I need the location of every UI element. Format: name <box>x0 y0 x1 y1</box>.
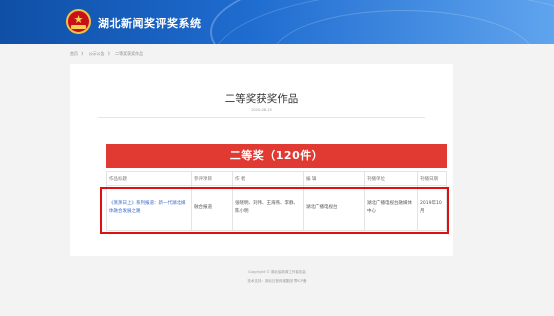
work-title-link[interactable]: 《蒸蒸日上》系列报道：新一代湖北媒体融合发展之路 <box>106 185 192 231</box>
breadcrumb-announcements[interactable]: 公示公告 <box>89 51 105 56</box>
column-header: 编 辑 <box>303 171 365 186</box>
table-cell: 融合报道 <box>191 185 233 231</box>
breadcrumb-separator: 》 <box>81 51 86 56</box>
column-header: 参评项目 <box>191 171 233 186</box>
award-category-banner: 二等奖（120件） <box>106 144 447 168</box>
breadcrumb-separator: 》 <box>107 51 112 56</box>
table-cell: 2019年10月 <box>417 185 447 231</box>
breadcrumb-home[interactable]: 首页 <box>70 51 78 56</box>
site-title[interactable]: 湖北新闻奖评奖系统 <box>98 15 202 31</box>
table-cell: 张晓明、刘伟、王海燕、李静、陈小明 <box>232 185 304 231</box>
page-title: 二等奖获奖作品 <box>224 93 299 105</box>
site-header: ★ 湖北新闻奖评奖系统 <box>0 0 554 44</box>
breadcrumb: 首页 》 公示公告 》 二等奖获奖作品 <box>70 51 145 57</box>
column-header: 作 者 <box>232 171 304 186</box>
table-cell: 湖北广播电视台 <box>303 185 365 231</box>
column-header: 作品标题 <box>106 171 192 186</box>
publish-date: 2020-08-19 <box>251 108 272 112</box>
table-row: 《蒸蒸日上》系列报道：新一代湖北媒体融合发展之路 融合报道 张晓明、刘伟、王海燕… <box>106 185 447 231</box>
table-cell: 湖北广播电视台融媒体中心 <box>364 185 418 231</box>
footer-copyright: Copyright © 湖北省新闻工作者协会 <box>248 270 306 274</box>
divider <box>98 117 425 118</box>
emblem-band <box>71 25 86 29</box>
page: ★ 湖北新闻奖评奖系统 首页 》 公示公告 》 二等奖获奖作品 二等奖获奖作品 … <box>0 0 554 316</box>
table-header-row: 作品标题 参评项目 作 者 编 辑 刊播单位 刊播日期 <box>106 171 447 186</box>
column-header: 刊播日期 <box>417 171 447 186</box>
breadcrumb-current: 二等奖获奖作品 <box>115 51 144 56</box>
badge-emblem-icon[interactable]: ★ <box>66 9 91 34</box>
content-card: 二等奖获奖作品 2020-08-19 二等奖（120件） 作品标题 参评项目 作… <box>70 64 453 256</box>
award-table: 作品标题 参评项目 作 者 编 辑 刊播单位 刊播日期 《蒸蒸日上》系列报道：新… <box>106 171 447 231</box>
column-header: 刊播单位 <box>364 171 418 186</box>
site-footer: Copyright © 湖北省新闻工作者协会 技术支持：湖北日报传媒集团 鄂IC… <box>0 268 554 286</box>
footer-support[interactable]: 技术支持：湖北日报传媒集团 鄂ICP备 <box>0 277 554 286</box>
